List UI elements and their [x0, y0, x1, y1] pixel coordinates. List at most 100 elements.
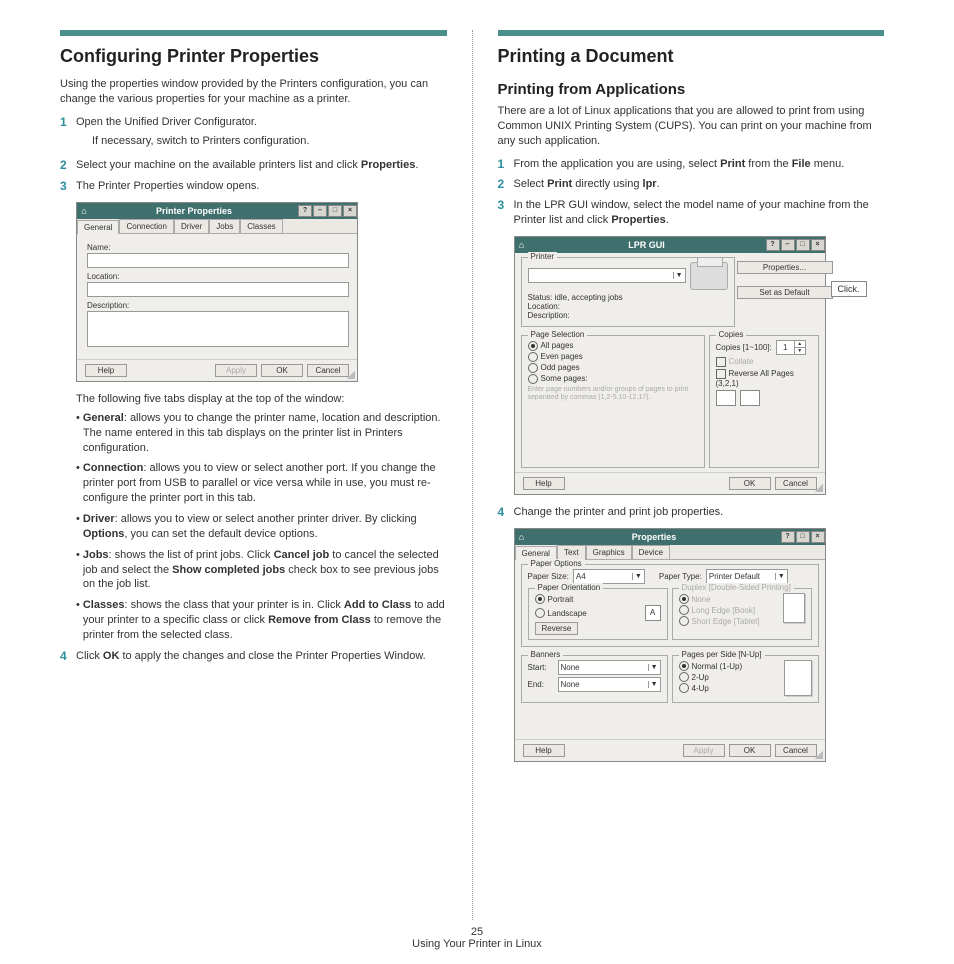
nup-preview-icon [784, 660, 812, 696]
tab-general[interactable]: General [515, 546, 557, 560]
dialog-titlebar: ⌂ LPR GUI ? – □ × [515, 237, 825, 253]
end-label: End: [528, 680, 554, 689]
reverse-button[interactable]: Reverse [535, 624, 661, 633]
some-pages-hint: Enter page numbers and/or groups of page… [528, 386, 698, 401]
close-icon[interactable]: × [811, 239, 825, 251]
close-icon[interactable]: × [343, 205, 357, 217]
ok-button[interactable]: OK [729, 477, 771, 490]
paper-type-select[interactable]: Printer Default▼ [706, 569, 788, 584]
printer-select[interactable]: ▼ [528, 268, 686, 283]
dialog-title: Printer Properties [91, 206, 297, 216]
help-button[interactable]: Help [523, 744, 565, 757]
maximize-icon[interactable]: □ [796, 239, 810, 251]
step-number: 1 [498, 157, 514, 172]
dialog-titlebar: ⌂ Properties ? □ × [515, 529, 825, 545]
help-icon[interactable]: ? [766, 239, 780, 251]
help-button[interactable]: Help [523, 477, 565, 490]
apply-button[interactable]: Apply [683, 744, 725, 757]
copies-spinner[interactable]: 1▲▼ [776, 340, 806, 355]
radio-some-pages[interactable]: Some pages: [528, 374, 698, 384]
properties-button[interactable]: Properties... [737, 261, 833, 274]
intro-right: There are a lot of Linux applications th… [498, 104, 885, 149]
description-text: Description: [528, 311, 728, 320]
start-label: Start: [528, 663, 554, 672]
maximize-icon[interactable]: □ [328, 205, 342, 217]
radio-duplex-none: None [679, 594, 783, 604]
app-icon: ⌂ [77, 206, 91, 216]
paper-type-label: Paper Type: [659, 572, 702, 581]
radio-portrait[interactable]: Portrait [535, 594, 661, 604]
duplex-preview-icon [783, 593, 805, 623]
radio-2up[interactable]: 2-Up [679, 672, 784, 682]
bullet-connection: Connection: allows you to view or select… [76, 461, 447, 506]
maximize-icon[interactable]: □ [796, 531, 810, 543]
reverse-check[interactable]: Reverse All Pages (3,2,1) [716, 369, 812, 388]
paper-size-select[interactable]: A4▼ [573, 569, 645, 584]
bullet-general: General: allows you to change the printe… [76, 411, 447, 456]
r-step4: Change the printer and print job propert… [514, 505, 885, 520]
tab-jobs[interactable]: Jobs [209, 219, 240, 233]
step2-text: Select your machine on the available pri… [76, 158, 447, 173]
radio-all-pages[interactable]: All pages [528, 341, 698, 351]
name-label: Name: [87, 243, 347, 252]
name-input[interactable] [87, 253, 349, 268]
help-icon[interactable]: ? [781, 531, 795, 543]
tab-graphics[interactable]: Graphics [586, 545, 632, 559]
bullet-driver: Driver: allows you to view or select ano… [76, 512, 447, 542]
footer-section: Using Your Printer in Linux [0, 938, 954, 950]
description-label: Description: [87, 301, 347, 310]
click-callout: Click. [831, 281, 867, 297]
paper-options-group: Paper Options [528, 559, 585, 568]
location-input[interactable] [87, 282, 349, 297]
resize-grip-icon[interactable] [815, 484, 823, 492]
apply-button[interactable]: Apply [215, 364, 257, 377]
tab-classes[interactable]: Classes [240, 219, 282, 233]
tab-text[interactable]: Text [557, 545, 586, 559]
collate-check: Collate [716, 357, 812, 367]
r-step1: From the application you are using, sele… [514, 157, 885, 172]
help-button[interactable]: Help [85, 364, 127, 377]
tab-device[interactable]: Device [632, 545, 670, 559]
location-text: Location: [528, 302, 728, 311]
radio-landscape[interactable]: Landscape [535, 608, 641, 618]
bullet-jobs: Jobs: shows the list of print jobs. Clic… [76, 548, 447, 593]
step-number: 2 [498, 177, 514, 192]
status-text: Status: idle, accepting jobs [528, 293, 728, 302]
copies-group: Copies [716, 330, 747, 339]
page-selection-group: Page Selection [528, 330, 588, 339]
resize-grip-icon[interactable] [347, 371, 355, 379]
radio-even-pages[interactable]: Even pages [528, 352, 698, 362]
step-number: 3 [498, 198, 514, 228]
close-icon[interactable]: × [811, 531, 825, 543]
paper-size-label: Paper Size: [528, 572, 569, 581]
cancel-button[interactable]: Cancel [775, 744, 817, 757]
dialog-titlebar: ⌂ Printer Properties ? – □ × [77, 203, 357, 219]
resize-grip-icon[interactable] [815, 751, 823, 759]
printer-icon [690, 262, 728, 290]
r-step2: Select Print directly using lpr. [514, 177, 885, 192]
tab-bar: General Connection Driver Jobs Classes [77, 219, 357, 234]
minimize-icon[interactable]: – [313, 205, 327, 217]
tab-connection[interactable]: Connection [119, 219, 173, 233]
cancel-button[interactable]: Cancel [775, 477, 817, 490]
nup-group: Pages per Side [N-Up] [679, 650, 765, 659]
cancel-button[interactable]: Cancel [307, 364, 349, 377]
heading-configuring: Configuring Printer Properties [60, 46, 447, 67]
ok-button[interactable]: OK [261, 364, 303, 377]
description-input[interactable] [87, 311, 349, 347]
collate-preview-icon [716, 390, 812, 406]
set-default-button[interactable]: Set as Default [737, 286, 833, 299]
tab-general[interactable]: General [77, 220, 119, 234]
radio-odd-pages[interactable]: Odd pages [528, 363, 698, 373]
tab-driver[interactable]: Driver [174, 219, 209, 233]
start-select[interactable]: None▼ [558, 660, 661, 675]
printer-group: Printer [528, 252, 558, 261]
radio-1up[interactable]: Normal (1-Up) [679, 661, 784, 671]
ok-button[interactable]: OK [729, 744, 771, 757]
step-number: 1 [60, 115, 76, 153]
lpr-gui-dialog: ⌂ LPR GUI ? – □ × Printer ▼ [514, 236, 826, 495]
minimize-icon[interactable]: – [781, 239, 795, 251]
radio-4up[interactable]: 4-Up [679, 683, 784, 693]
end-select[interactable]: None▼ [558, 677, 661, 692]
help-icon[interactable]: ? [298, 205, 312, 217]
